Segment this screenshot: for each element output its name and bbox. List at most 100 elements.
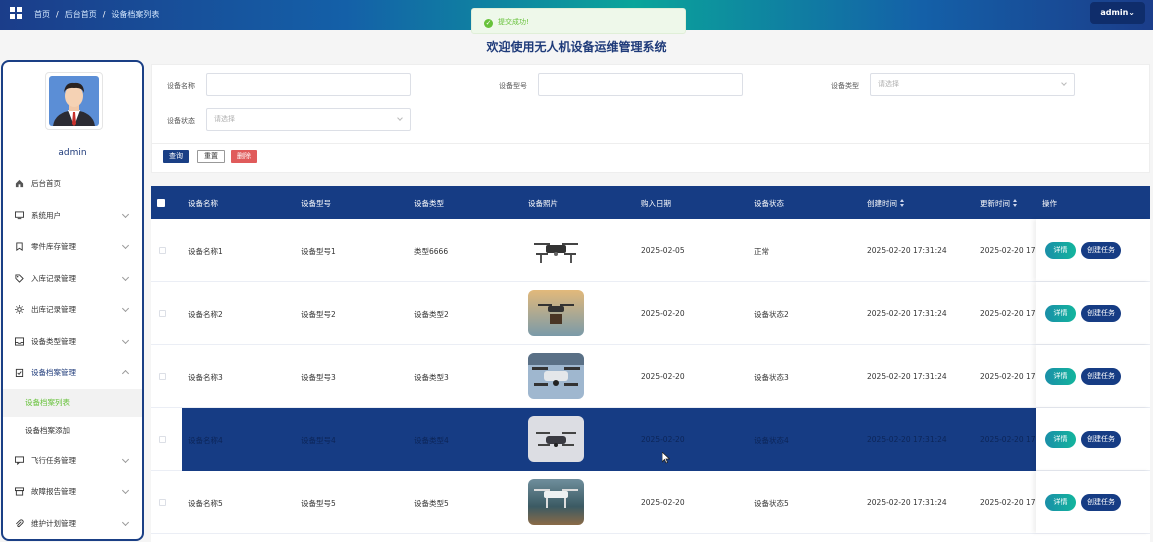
breadcrumb-home[interactable]: 首页	[34, 10, 50, 19]
column-header-label: 更新时间	[980, 199, 1010, 208]
detail-button[interactable]: 详情	[1045, 305, 1076, 322]
avatar[interactable]	[45, 72, 103, 130]
menu-grid-icon[interactable]	[10, 7, 22, 19]
detail-button[interactable]: 详情	[1045, 368, 1076, 385]
search-panel: 设备名称 设备型号 设备类型 请选择 设备状态 请选择 查询 重置 删除	[151, 64, 1150, 173]
cell-created: 2025-02-20 17:31:24	[867, 309, 947, 318]
reset-button[interactable]: 重置	[197, 150, 225, 163]
row-checkbox[interactable]	[159, 247, 166, 254]
cell-date: 2025-02-20	[641, 372, 685, 381]
breadcrumb-dashboard[interactable]: 后台首页	[65, 10, 97, 19]
column-header: 设备类型	[414, 199, 444, 208]
cell-date: 2025-02-20	[641, 309, 685, 318]
device-status-select[interactable]: 请选择	[206, 108, 411, 131]
sort-icon[interactable]	[1013, 199, 1018, 207]
inbox-icon	[15, 337, 24, 346]
create-task-button[interactable]: 创建任务	[1081, 431, 1121, 448]
device-status-placeholder: 请选择	[214, 115, 235, 123]
table-row-selected[interactable]: 设备名称4 设备型号4 设备类型4 2025-02-20 设备状态4 2025-…	[151, 408, 1150, 471]
drone-photo[interactable]	[528, 353, 584, 399]
chevron-down-icon	[397, 115, 403, 121]
device-name-label: 设备名称	[167, 82, 195, 90]
sidebar-item-system-users[interactable]: 系统用户	[3, 200, 142, 232]
sidebar-item-outbound-records[interactable]: 出库记录管理	[3, 294, 142, 326]
sidebar-item-maintenance-plans[interactable]: 维护计划管理	[3, 508, 142, 540]
device-type-label: 设备类型	[831, 82, 859, 90]
sidebar-item-inbound-records[interactable]: 入库记录管理	[3, 263, 142, 295]
chevron-down-icon	[121, 273, 130, 281]
cell-date: 2025-02-20	[641, 498, 685, 507]
cell-date: 2025-02-20	[641, 435, 685, 444]
create-task-button[interactable]: 创建任务	[1081, 494, 1121, 511]
device-model-input[interactable]	[538, 73, 743, 96]
chevron-down-icon	[121, 486, 130, 495]
toast-text: 提交成功!	[498, 18, 529, 26]
user-menu-label: admin	[1100, 8, 1129, 17]
user-menu-button[interactable]: admin⌄	[1090, 2, 1145, 24]
sidebar-item-parts-inventory[interactable]: 零件库存管理	[3, 231, 142, 263]
column-header-label: 创建时间	[867, 199, 897, 208]
drone-photo[interactable]	[528, 227, 584, 273]
table-row[interactable]: 设备名称1 设备型号1 类型6666 2025-02-05 正常 2025-02…	[151, 219, 1150, 282]
sidebar-item-label: 设备档案管理	[31, 368, 76, 378]
sidebar-item-label: 维护计划管理	[31, 518, 76, 528]
column-header-sortable[interactable]: 创建时间	[867, 198, 905, 209]
chevron-down-icon	[121, 336, 130, 344]
device-type-select[interactable]: 请选择	[870, 73, 1075, 96]
drone-photo[interactable]	[528, 416, 584, 462]
sort-icon[interactable]	[900, 199, 905, 207]
sidebar-item-dashboard[interactable]: 后台首页	[3, 168, 142, 200]
chevron-down-icon	[121, 241, 130, 250]
device-type-placeholder: 请选择	[878, 80, 899, 88]
table-row[interactable]: 设备名称3 设备型号3 设备类型3 2025-02-20 设备状态3 2025-…	[151, 345, 1150, 408]
sidebar-subitem-archive-add[interactable]: 设备档案添加	[3, 417, 142, 445]
column-header: 购入日期	[641, 199, 671, 208]
sidebar-item-label: 飞行任务管理	[31, 455, 76, 465]
cell-name: 设备名称2	[188, 310, 223, 319]
detail-button[interactable]: 详情	[1045, 494, 1076, 511]
bookmark-icon	[16, 242, 23, 252]
sidebar-item-label: 故障报告管理	[31, 487, 76, 497]
cell-model: 设备型号3	[301, 373, 336, 382]
column-header: 设备照片	[528, 199, 558, 208]
cell-name: 设备名称4	[188, 436, 223, 445]
create-task-button[interactable]: 创建任务	[1081, 368, 1121, 385]
row-checkbox[interactable]	[159, 436, 166, 443]
sidebar-item-device-types[interactable]: 设备类型管理	[3, 326, 142, 358]
cell-model: 设备型号1	[301, 247, 336, 256]
chevron-up-icon	[121, 369, 130, 378]
row-checkbox[interactable]	[159, 499, 166, 506]
cell-type: 设备类型2	[414, 310, 449, 319]
chevron-down-icon	[121, 455, 130, 463]
select-all-checkbox[interactable]	[157, 199, 165, 207]
sidebar-item-fault-reports[interactable]: 故障报告管理	[3, 476, 142, 508]
sidebar-item-device-archives[interactable]: 设备档案管理	[3, 357, 142, 389]
cell-name: 设备名称1	[188, 247, 223, 256]
sidebar-item-flight-tasks[interactable]: 飞行任务管理	[3, 445, 142, 477]
row-actions: 详情 创建任务	[1036, 471, 1150, 533]
cell-status: 设备状态2	[754, 310, 789, 319]
create-task-button[interactable]: 创建任务	[1081, 305, 1121, 322]
cell-created: 2025-02-20 17:31:24	[867, 246, 947, 255]
query-button[interactable]: 查询	[163, 150, 189, 163]
drone-photo[interactable]	[528, 290, 584, 336]
detail-button[interactable]: 详情	[1045, 431, 1076, 448]
table-row[interactable]: 设备名称5 设备型号5 设备类型5 2025-02-20 设备状态5 2025-…	[151, 471, 1150, 534]
row-checkbox[interactable]	[159, 310, 166, 317]
device-name-input[interactable]	[206, 73, 411, 96]
detail-button[interactable]: 详情	[1045, 242, 1076, 259]
delete-button[interactable]: 删除	[231, 150, 257, 163]
table-row[interactable]: 设备名称2 设备型号2 设备类型2 2025-02-20 设备状态2 2025-…	[151, 282, 1150, 345]
paperclip-icon	[16, 519, 24, 527]
row-actions: 详情 创建任务	[1036, 219, 1150, 281]
chevron-down-icon: ⌄	[1128, 8, 1135, 17]
column-header-sortable[interactable]: 更新时间	[980, 198, 1018, 209]
sidebar-subitem-archive-list[interactable]: 设备档案列表	[3, 388, 142, 417]
cell-updated: 2025-02-20 17	[980, 498, 1036, 507]
mouse-cursor-icon	[662, 452, 670, 464]
success-toast: ✓ 提交成功!	[471, 8, 686, 34]
create-task-button[interactable]: 创建任务	[1081, 242, 1121, 259]
drone-photo[interactable]	[528, 479, 584, 525]
row-checkbox[interactable]	[159, 373, 166, 380]
cell-status: 正常	[754, 247, 769, 256]
